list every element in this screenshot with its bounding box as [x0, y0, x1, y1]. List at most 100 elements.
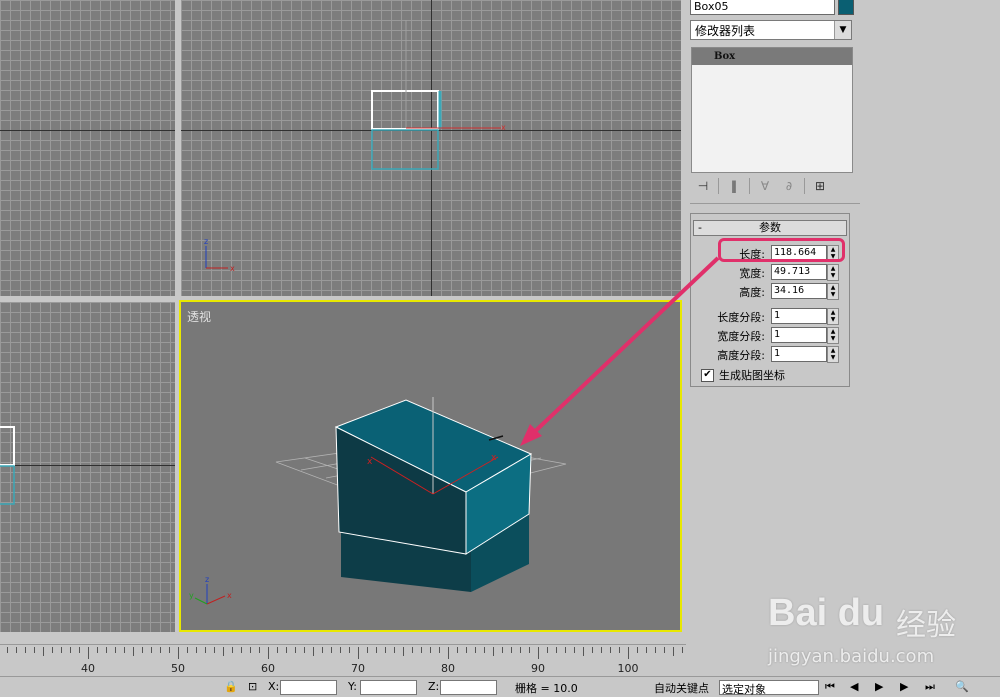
ruler-tick [313, 647, 314, 656]
autokey-label[interactable]: 自动关键点 [654, 680, 709, 696]
ruler-tick [484, 647, 485, 653]
ruler-tick [277, 647, 278, 653]
ruler-tick [583, 647, 584, 656]
rollout-collapse-icon[interactable]: - [698, 221, 702, 235]
ruler-tick [655, 647, 656, 653]
width-segs-input[interactable]: 1 [771, 327, 827, 343]
ruler-tick [268, 647, 269, 659]
viewport-bottom-left[interactable] [0, 302, 175, 632]
modifier-stack[interactable]: Box [691, 47, 853, 173]
svg-text:x: x [501, 123, 506, 132]
make-unique-icon[interactable]: ∀ [756, 178, 774, 194]
height-segs-input[interactable]: 1 [771, 346, 827, 362]
ruler-tick [430, 647, 431, 653]
object-name-field[interactable]: Box05 [690, 0, 835, 15]
rollout-header[interactable]: - 参数 [693, 220, 847, 236]
ruler-tick [70, 647, 71, 653]
spinner-icon[interactable]: ▲ ▼ [827, 264, 839, 281]
ruler-tick [187, 647, 188, 653]
ruler-tick [52, 647, 53, 653]
svg-text:x: x [230, 264, 235, 273]
watermark-brand: Bai du [768, 592, 885, 634]
show-end-result-icon[interactable]: ‖ [725, 178, 743, 194]
ruler-tick [511, 647, 512, 653]
highlight-annotation [718, 238, 845, 262]
baidu-jingyan-watermark: Bai du 经验 jingyan.baidu.com [768, 580, 998, 670]
gen-map-coords-checkbox[interactable]: ✔ [701, 368, 714, 382]
ruler-label: 90 [531, 662, 545, 675]
modifier-list-dropdown[interactable]: 修改器列表 ▼ [690, 20, 852, 40]
selected-set-dropdown[interactable]: 选定对象 [719, 680, 819, 696]
ruler-tick [376, 647, 377, 653]
svg-text:z: z [204, 237, 208, 246]
length-segs-input[interactable]: 1 [771, 308, 827, 324]
perspective-scene: x x z x y [189, 397, 567, 605]
ruler-tick [475, 647, 476, 653]
watermark-url: jingyan.baidu.com [768, 646, 935, 667]
toolbar-divider [749, 178, 750, 194]
ruler-tick [88, 647, 89, 659]
width-input[interactable]: 49.713 [771, 264, 827, 280]
height-input[interactable]: 34.16 [771, 283, 827, 299]
ruler-tick [124, 647, 125, 653]
svg-text:x: x [367, 457, 373, 467]
spinner-icon[interactable]: ▲ ▼ [827, 283, 839, 300]
zoom-icon[interactable]: 🔍 [955, 680, 969, 693]
ruler-tick [241, 647, 242, 653]
spinner-icon[interactable]: ▲ ▼ [827, 346, 839, 363]
lock-icon[interactable]: 🔒 [224, 680, 238, 693]
ruler-tick [214, 647, 215, 653]
ruler-tick [502, 647, 503, 653]
x-coord-input[interactable] [280, 680, 337, 695]
ruler-tick [133, 647, 134, 656]
param-row-height: 高度: 34.16 ▲ ▼ [691, 283, 849, 300]
spinner-icon[interactable]: ▲ ▼ [827, 327, 839, 344]
viewport-front[interactable]: x z x [181, 0, 681, 296]
ruler-tick [169, 647, 170, 653]
remove-modifier-icon[interactable]: ∂ [780, 178, 798, 194]
configure-modifier-sets-icon[interactable]: ⊞ [811, 178, 829, 194]
ruler-tick [646, 647, 647, 653]
y-coord-input[interactable] [360, 680, 417, 695]
object-color-swatch[interactable] [838, 0, 854, 15]
panel-divider [690, 203, 860, 204]
ruler-tick [34, 647, 35, 653]
viewport-top-left[interactable] [0, 0, 175, 296]
chevron-down-icon[interactable]: ▼ [834, 21, 851, 39]
ruler-label: 60 [261, 662, 275, 675]
ruler-tick [196, 647, 197, 653]
ruler-tick [232, 647, 233, 653]
ruler-label: 70 [351, 662, 365, 675]
gen-map-coords-label: 生成贴图坐标 [719, 369, 785, 382]
ruler-tick [673, 647, 674, 656]
stack-item-box[interactable]: Box [692, 48, 852, 65]
ruler-tick [331, 647, 332, 653]
play-icon[interactable]: ▶ [875, 680, 883, 693]
ruler-tick [142, 647, 143, 653]
ruler-tick [286, 647, 287, 653]
grid-size-text: 栅格 = 10.0 [515, 682, 578, 695]
ruler-tick [664, 647, 665, 653]
watermark-cn: 经验 [896, 608, 956, 643]
ruler-tick [412, 647, 413, 653]
stack-toolbar: ⊣ ‖ ∀ ∂ ⊞ [694, 176, 854, 196]
ruler-tick [223, 647, 224, 656]
ruler-tick [250, 647, 251, 653]
pin-stack-icon[interactable]: ⊣ [694, 178, 712, 194]
timeline-ruler[interactable]: 40 50 60 70 80 90 100 [0, 644, 686, 675]
prev-frame-icon[interactable]: ◀ [850, 680, 858, 693]
ruler-tick [43, 647, 44, 656]
gen-map-coords-row[interactable]: ✔ 生成贴图坐标 [701, 367, 785, 383]
next-frame-icon[interactable]: ▶ [900, 680, 908, 693]
ruler-tick [520, 647, 521, 653]
spinner-icon[interactable]: ▲ ▼ [827, 308, 839, 325]
ruler-tick [493, 647, 494, 656]
ruler-tick [7, 647, 8, 653]
svg-text:y: y [189, 591, 194, 600]
viewport-perspective[interactable]: 透视 x x z x y [179, 300, 682, 632]
absolute-mode-icon[interactable]: ⊡ [248, 680, 257, 693]
param-row-height-segs: 高度分段: 1 ▲ ▼ [691, 346, 849, 363]
ruler-tick [106, 647, 107, 653]
ruler-tick [304, 647, 305, 653]
z-coord-input[interactable] [440, 680, 497, 695]
